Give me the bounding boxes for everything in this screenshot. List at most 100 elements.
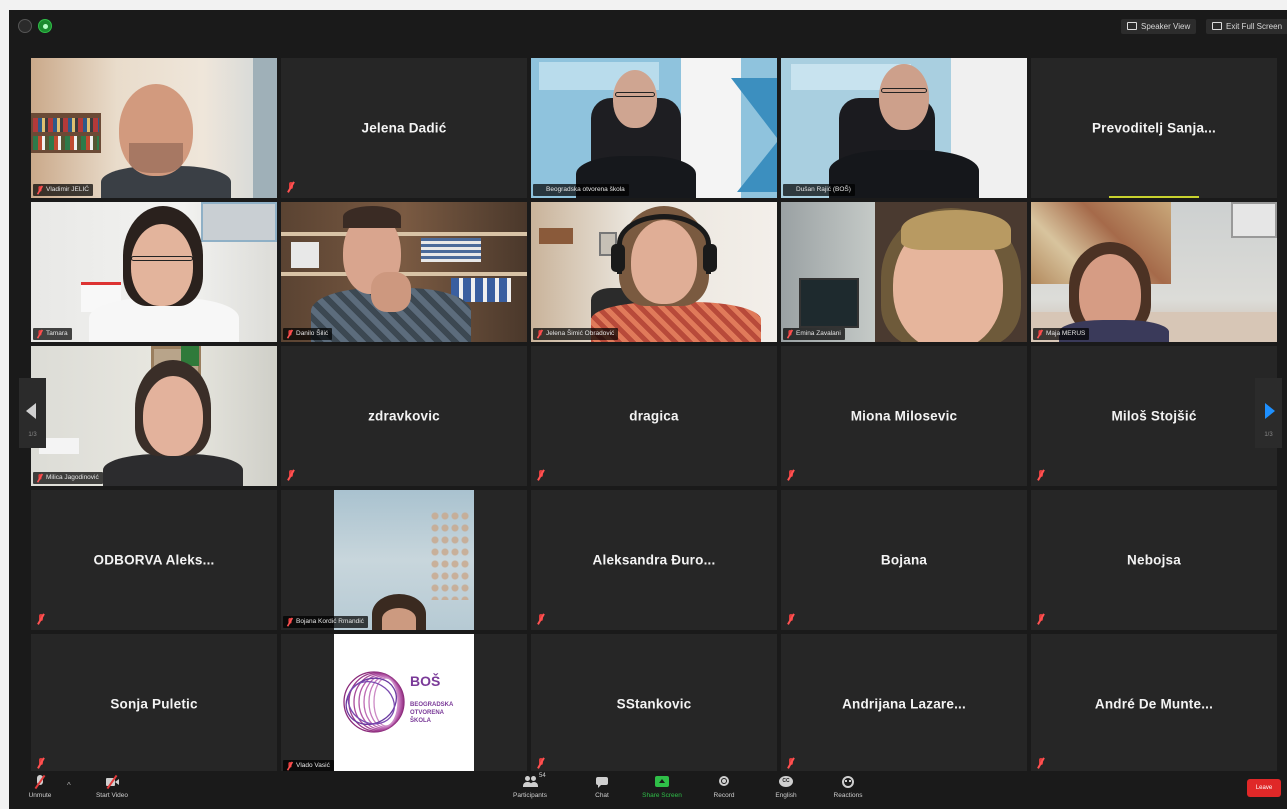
participant-tile[interactable]: Milica Jagodinović [31, 346, 277, 486]
participant-name: Miona Milosevic [850, 408, 958, 424]
participant-tile-active-speaker[interactable]: Dušan Rajić (BOŠ) [781, 58, 1027, 198]
video-feed: BOŠ BEOGRADSKA OTVORENA ŠKOLA [334, 634, 474, 774]
share-screen-icon [655, 775, 669, 789]
video-feed [1031, 202, 1277, 342]
participant-tile[interactable]: André De Munte... [1031, 634, 1277, 774]
logo-line-1: BOŠ [410, 672, 440, 689]
participant-tile[interactable]: Miona Milosevic [781, 346, 1027, 486]
smiley-icon [841, 775, 855, 789]
mic-muted-icon [37, 186, 43, 194]
mic-muted-icon [1037, 330, 1043, 338]
participant-name-tag: Beogradska otvorena škola [533, 184, 629, 196]
previous-page-button[interactable]: 1/3 [19, 378, 46, 448]
participant-tile[interactable]: Beogradska otvorena škola [531, 58, 777, 198]
participants-count: 54 [539, 773, 546, 779]
video-feed [334, 490, 474, 630]
participant-tile[interactable]: Bojana [781, 490, 1027, 630]
participant-tile[interactable]: Jelena Dadić [281, 58, 527, 198]
video-feed [31, 202, 277, 342]
participant-name-tag: Tamara [33, 328, 72, 340]
chat-button[interactable]: Chat [577, 775, 627, 799]
mic-muted-icon [37, 330, 43, 338]
unmute-button[interactable]: Unmute [15, 774, 65, 799]
mic-muted-icon [287, 762, 293, 770]
participant-name-tag: Maja MERUS [1033, 328, 1090, 340]
participant-name-tag: Dušan Rajić (BOŠ) [783, 184, 855, 196]
participant-name: dragica [629, 408, 679, 424]
leave-meeting-button[interactable]: Leave [1247, 779, 1281, 797]
participant-name-tag: Danilo Šilić [283, 328, 333, 340]
fullscreen-icon [1212, 22, 1222, 30]
mic-muted-icon [787, 614, 795, 624]
participant-name: Aleksandra Đuro... [592, 552, 716, 568]
chevron-left-icon [26, 403, 36, 419]
audio-options-chevron-icon[interactable]: ^ [67, 781, 71, 790]
mic-muted-icon [287, 330, 293, 338]
participant-tile[interactable]: Tamara [31, 202, 277, 342]
share-screen-button[interactable]: Share Screen [637, 775, 687, 799]
participant-name: Nebojsa [1127, 552, 1181, 568]
participants-button[interactable]: 54 Participants [505, 773, 555, 799]
participant-tile[interactable]: Sonja Puletic [31, 634, 277, 774]
video-feed [781, 58, 1027, 198]
record-button[interactable]: Record [699, 775, 749, 799]
participant-tile[interactable]: Miloš Stojšić [1031, 346, 1277, 486]
participant-tile[interactable]: Danilo Šilić [281, 202, 527, 342]
participants-icon: 54 [523, 773, 546, 789]
video-feed [531, 202, 777, 342]
participant-tile[interactable]: Prevoditelj Sanja... [1031, 58, 1277, 198]
participant-tile[interactable]: Jelena Šimić Obradović [531, 202, 777, 342]
participant-grid: Vladimir JELIĆ Jelena Dadić Beogradska o… [31, 58, 1277, 774]
mic-muted-icon [1037, 758, 1045, 768]
participant-tile[interactable]: Vladimir JELIĆ [31, 58, 277, 198]
reactions-button[interactable]: Reactions [823, 775, 873, 799]
mic-muted-icon [1037, 470, 1045, 480]
video-feed [31, 346, 277, 486]
participant-tile[interactable]: Nebojsa [1031, 490, 1277, 630]
mic-muted-icon [537, 330, 543, 338]
mic-muted-icon [287, 470, 295, 480]
logo-line-4: ŠKOLA [410, 716, 432, 724]
mic-muted-icon [787, 470, 795, 480]
video-feed [781, 202, 1027, 342]
start-video-button[interactable]: Start Video [87, 774, 137, 799]
mic-muted-icon [37, 614, 45, 624]
participant-name: zdravkovic [368, 408, 440, 424]
video-off-icon [105, 774, 119, 790]
mic-muted-icon [1037, 614, 1045, 624]
participant-tile[interactable]: BOŠ BEOGRADSKA OTVORENA ŠKOLA Vlado Vasi… [281, 634, 527, 774]
participant-name-tag: Jelena Šimić Obradović [533, 328, 619, 340]
participant-name: Prevoditelj Sanja... [1091, 120, 1217, 136]
meeting-info-icon[interactable] [38, 19, 52, 33]
mic-muted-icon [787, 758, 795, 768]
participant-tile[interactable]: Bojana Kordić Rmandić [281, 490, 527, 630]
speaker-view-button[interactable]: Speaker View [1121, 19, 1197, 34]
participant-tile[interactable]: Emina Zavalani [781, 202, 1027, 342]
participant-tile[interactable]: Andrijana Lazare... [781, 634, 1027, 774]
participant-tile[interactable]: ODBORVA Aleks... [31, 490, 277, 630]
participant-tile[interactable]: SStankovic [531, 634, 777, 774]
participant-name: Bojana [880, 552, 928, 568]
participant-name: André De Munte... [1094, 696, 1214, 712]
closed-caption-button[interactable]: CC English [761, 775, 811, 799]
mic-muted-icon [37, 474, 43, 482]
participant-name: Jelena Dadić [361, 120, 447, 136]
chat-icon [595, 775, 609, 789]
next-page-button[interactable]: 1/3 [1255, 378, 1282, 448]
participant-tile[interactable]: Maja MERUS [1031, 202, 1277, 342]
participant-tile[interactable]: zdravkovic [281, 346, 527, 486]
participant-tile[interactable]: Aleksandra Đuro... [531, 490, 777, 630]
record-icon [717, 775, 731, 789]
mic-muted-icon [287, 618, 293, 626]
participant-name-tag: Emina Zavalani [783, 328, 845, 340]
meeting-toolbar: Unmute ^ Start Video 54 Participants Cha… [9, 771, 1287, 809]
school-logo: BOŠ BEOGRADSKA OTVORENA ŠKOLA [343, 671, 454, 733]
mic-muted-icon [37, 758, 45, 768]
participant-name-tag: Vladimir JELIĆ [33, 184, 93, 196]
participant-name: SStankovic [616, 696, 692, 712]
video-feed [531, 58, 777, 198]
mic-muted-icon [33, 774, 47, 790]
encryption-icon[interactable] [18, 19, 32, 33]
participant-tile[interactable]: dragica [531, 346, 777, 486]
exit-full-screen-button[interactable]: Exit Full Screen [1206, 19, 1287, 34]
